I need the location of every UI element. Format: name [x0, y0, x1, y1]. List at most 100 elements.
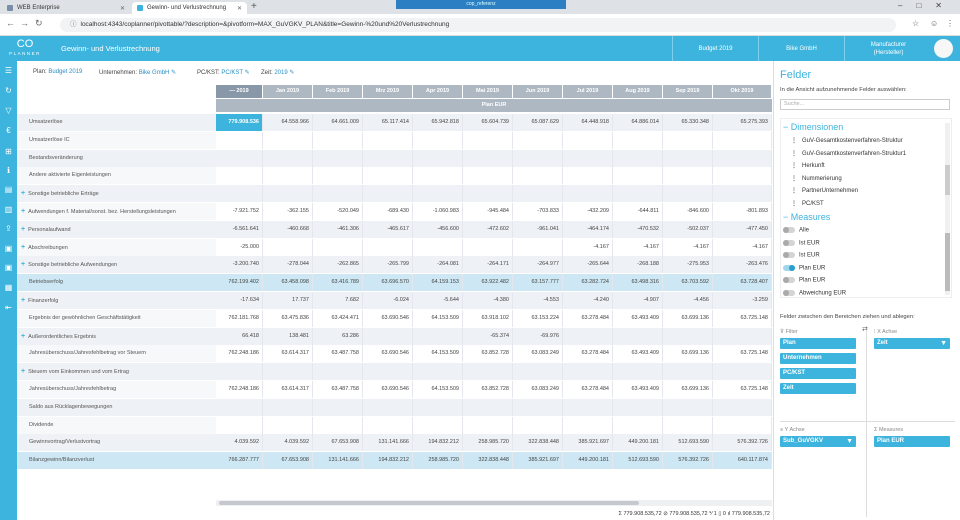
- collapse-icon[interactable]: ⇤: [4, 303, 13, 312]
- table-cell[interactable]: [463, 131, 513, 149]
- table-cell[interactable]: 194.832.212: [363, 452, 413, 470]
- table-cell[interactable]: -362.155: [263, 203, 313, 220]
- table-cell[interactable]: 67.653.908: [313, 434, 363, 452]
- table-cell[interactable]: [713, 416, 772, 434]
- table-cell[interactable]: 576.392.726: [663, 452, 713, 470]
- table-cell[interactable]: -961.041: [513, 220, 563, 238]
- column-header[interactable]: Jul 2019: [563, 85, 613, 98]
- profile-icon[interactable]: ☺: [930, 19, 938, 28]
- table-cell[interactable]: 63.493.409: [613, 345, 663, 363]
- table-cell[interactable]: 63.690.546: [363, 345, 413, 363]
- table-cell[interactable]: -4.240: [563, 292, 613, 309]
- table-cell[interactable]: [613, 131, 663, 149]
- field-chip[interactable]: Unternehmen: [780, 353, 856, 364]
- table-cell[interactable]: -477.450: [713, 220, 772, 238]
- table-cell[interactable]: [413, 238, 463, 256]
- table-cell[interactable]: [613, 363, 663, 381]
- table-cell[interactable]: 67.653.908: [263, 452, 313, 470]
- clipboard-icon[interactable]: ▤: [4, 185, 13, 194]
- expand-icon[interactable]: +: [21, 226, 25, 233]
- table-cell[interactable]: [713, 398, 772, 416]
- table-cell[interactable]: [563, 131, 613, 149]
- table-cell[interactable]: [413, 416, 463, 434]
- table-cell[interactable]: [413, 167, 463, 185]
- upload-icon[interactable]: ⇪: [4, 224, 13, 233]
- measure-toggle[interactable]: [783, 252, 795, 259]
- avatar[interactable]: [934, 39, 953, 58]
- measure-item[interactable]: Plan EUR: [783, 264, 825, 271]
- measures-group[interactable]: − Measures: [783, 212, 830, 222]
- table-cell[interactable]: 63.690.546: [363, 309, 413, 327]
- table-cell[interactable]: 63.278.484: [563, 345, 613, 363]
- table-cell[interactable]: -4.167: [613, 238, 663, 256]
- measure-item[interactable]: Alle: [783, 227, 809, 234]
- measure-toggle[interactable]: [783, 227, 795, 233]
- table-cell[interactable]: [263, 167, 313, 185]
- table-cell[interactable]: 65.117.414: [363, 114, 413, 131]
- table-cell[interactable]: [513, 363, 563, 381]
- table-cell[interactable]: [663, 327, 713, 345]
- table-cell[interactable]: [313, 131, 363, 149]
- table-cell[interactable]: [313, 149, 363, 167]
- table-cell[interactable]: 258.985.720: [413, 452, 463, 470]
- field-chip[interactable]: Plan EUR: [874, 436, 950, 447]
- table-cell[interactable]: -265.644: [563, 256, 613, 274]
- table-cell[interactable]: [713, 363, 772, 381]
- table-cell[interactable]: 63.690.546: [363, 381, 413, 398]
- table-cell[interactable]: [563, 149, 613, 167]
- table-cell[interactable]: [513, 185, 563, 203]
- table-cell[interactable]: 64.153.509: [413, 381, 463, 398]
- table-cell[interactable]: 63.424.471: [313, 309, 363, 327]
- table-cell[interactable]: [216, 149, 263, 167]
- table-cell[interactable]: [463, 185, 513, 203]
- table-cell[interactable]: 576.392.726: [713, 434, 772, 452]
- row-label[interactable]: + Sonstige betriebliche Erträge: [17, 185, 216, 203]
- table-cell[interactable]: [663, 185, 713, 203]
- expand-icon[interactable]: −: [783, 212, 788, 222]
- logo[interactable]: CO PLANNER: [0, 36, 50, 61]
- table-cell[interactable]: 63.918.102: [463, 309, 513, 327]
- table-cell[interactable]: -703.833: [513, 203, 563, 220]
- table-cell[interactable]: 63.922.482: [463, 274, 513, 292]
- table-cell[interactable]: [363, 185, 413, 203]
- field-chip[interactable]: Zeit: [780, 383, 856, 394]
- table-cell[interactable]: 131.141.666: [363, 434, 413, 452]
- table-cell[interactable]: 63.852.728: [463, 345, 513, 363]
- table-cell[interactable]: [563, 327, 613, 345]
- table-cell[interactable]: 66.418: [216, 327, 263, 345]
- table-cell[interactable]: 64.886.014: [613, 114, 663, 131]
- column-header[interactable]: Jan 2019: [263, 85, 313, 98]
- refresh-icon[interactable]: ↻: [4, 86, 13, 95]
- table-cell[interactable]: -25.000: [216, 238, 263, 256]
- table-cell[interactable]: 63.083.249: [513, 345, 563, 363]
- table-cell[interactable]: -275.953: [663, 256, 713, 274]
- table-cell[interactable]: 640.117.874: [713, 452, 772, 470]
- column-header[interactable]: Apr 2019: [413, 85, 463, 98]
- table-cell[interactable]: -17.634: [216, 292, 263, 309]
- table-cell[interactable]: 766.287.777: [216, 452, 263, 470]
- table-cell[interactable]: [613, 185, 663, 203]
- table-cell[interactable]: [513, 131, 563, 149]
- row-label[interactable]: + Aufwendungen f. Material/sonst. bez. He…: [17, 203, 216, 220]
- table-cell[interactable]: [463, 363, 513, 381]
- table-cell[interactable]: [263, 363, 313, 381]
- table-cell[interactable]: [363, 327, 413, 345]
- edit-icon[interactable]: ✎: [245, 70, 250, 76]
- table-cell[interactable]: 779.908.536: [216, 114, 263, 131]
- table-cell[interactable]: -945.484: [463, 203, 513, 220]
- table-cell[interactable]: -4.167: [563, 238, 613, 256]
- add-icon[interactable]: ⊞: [4, 147, 13, 156]
- expand-icon[interactable]: +: [21, 208, 25, 215]
- url-input[interactable]: ⓘ localhost:4343/coplanner/pivottable/?de…: [60, 18, 896, 32]
- expand-icon[interactable]: +: [21, 368, 25, 375]
- table-cell[interactable]: [216, 131, 263, 149]
- filter-icon[interactable]: ▽: [4, 106, 13, 115]
- bookmark-star-icon[interactable]: ☆: [912, 19, 919, 28]
- expand-icon[interactable]: +: [21, 190, 25, 197]
- table-cell[interactable]: [263, 416, 313, 434]
- table-cell[interactable]: [263, 398, 313, 416]
- table-cell[interactable]: 762.181.768: [216, 309, 263, 327]
- table-cell[interactable]: -4.380: [463, 292, 513, 309]
- table-cell[interactable]: -263.476: [713, 256, 772, 274]
- filter-unternehmen[interactable]: Unternehmen: Bike GmbH ✎: [99, 69, 176, 76]
